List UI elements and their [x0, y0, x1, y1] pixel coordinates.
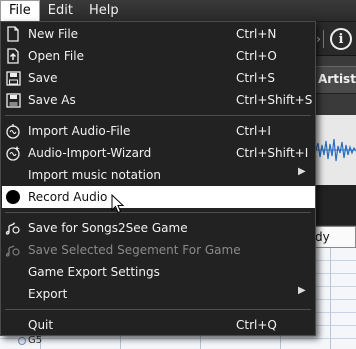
toolbar-arrow-icon[interactable]: › — [316, 32, 321, 46]
menu-item-label: Game Export Settings — [28, 265, 160, 279]
menu-item-shortcut: Ctrl+Shift+S — [236, 93, 313, 107]
menu-item-open-file[interactable]: Open File Ctrl+O — [2, 45, 315, 67]
artist-column-header[interactable]: Artist — [318, 72, 356, 86]
menu-item-label: Quit — [28, 318, 54, 332]
note-label: G5 — [28, 335, 43, 346]
menu-item-label: Export — [28, 287, 68, 301]
menu-item-label: Save — [28, 71, 58, 85]
application-window: › i Artist dy G5 File Edit Help New File… — [0, 0, 356, 349]
menu-item-shortcut: Ctrl+Q — [236, 318, 277, 332]
difficulty-field-value: dy — [315, 230, 330, 244]
submenu-arrow-icon: ▶ — [298, 285, 306, 296]
menu-item-game-export-settings[interactable]: Game Export Settings — [2, 261, 315, 283]
menu-item-label: Import music notation — [28, 168, 161, 182]
submenu-arrow-icon: ▶ — [298, 166, 306, 177]
menu-item-import-music-notation[interactable]: Import music notation ▶ — [2, 164, 315, 186]
menu-item-label: Record Audio — [28, 190, 108, 204]
menu-item-record-audio[interactable]: Record Audio — [2, 186, 315, 208]
menu-item-shortcut: Ctrl+S — [236, 71, 276, 85]
menu-item-import-audio-file[interactable]: Import Audio-File Ctrl+I — [2, 120, 315, 142]
mouse-cursor-icon — [111, 194, 125, 214]
file-menu-dropdown: New File Ctrl+N Open File Ctrl+O Save Ct… — [0, 21, 316, 336]
menu-item-label: Save Selected Segement For Game — [28, 243, 241, 257]
note-marker-icon — [18, 337, 26, 345]
menu-item-label: Audio-Import-Wizard — [28, 146, 152, 160]
menu-item-label: Import Audio-File — [28, 124, 131, 138]
menu-item-label: Save As — [28, 93, 76, 107]
menu-bar: File Edit Help — [0, 0, 356, 22]
save-as-icon — [5, 92, 21, 108]
record-icon — [5, 189, 21, 205]
toolbar-separator — [323, 30, 324, 48]
menu-item-shortcut: Ctrl+I — [236, 124, 271, 138]
menu-item-new-file[interactable]: New File Ctrl+N — [2, 23, 315, 45]
menu-help[interactable]: Help — [81, 0, 127, 22]
menu-edit[interactable]: Edit — [40, 0, 81, 22]
menu-item-save-as[interactable]: Save As Ctrl+Shift+S — [2, 89, 315, 111]
menu-item-audio-import-wizard[interactable]: Audio-Import-Wizard Ctrl+Shift+I — [2, 142, 315, 164]
menu-item-save[interactable]: Save Ctrl+S — [2, 67, 315, 89]
game-save-icon — [5, 220, 21, 236]
info-icon[interactable]: i — [330, 28, 352, 50]
menu-item-shortcut: Ctrl+Shift+I — [236, 146, 309, 160]
audio-wizard-icon — [5, 145, 21, 161]
menu-separator — [5, 309, 311, 310]
menu-item-shortcut: Ctrl+N — [236, 27, 277, 41]
menu-item-label: New File — [28, 27, 79, 41]
menu-item-save-selected-segment[interactable]: Save Selected Segement For Game — [2, 239, 315, 261]
menu-separator — [5, 212, 311, 213]
new-file-icon — [5, 26, 21, 42]
open-file-icon — [5, 48, 21, 64]
menu-item-export[interactable]: Export ▶ — [2, 283, 315, 305]
game-save-segment-icon — [5, 242, 21, 258]
import-audio-icon — [5, 123, 21, 139]
menu-item-label: Save for Songs2See Game — [28, 221, 188, 235]
menu-separator — [5, 115, 311, 116]
menu-item-shortcut: Ctrl+O — [236, 49, 277, 63]
menu-item-label: Open File — [28, 49, 84, 63]
menu-item-save-for-game[interactable]: Save for Songs2See Game — [2, 217, 315, 239]
save-icon — [5, 70, 21, 86]
menu-file[interactable]: File — [0, 0, 40, 22]
menu-item-quit[interactable]: Quit Ctrl+Q — [2, 314, 315, 336]
